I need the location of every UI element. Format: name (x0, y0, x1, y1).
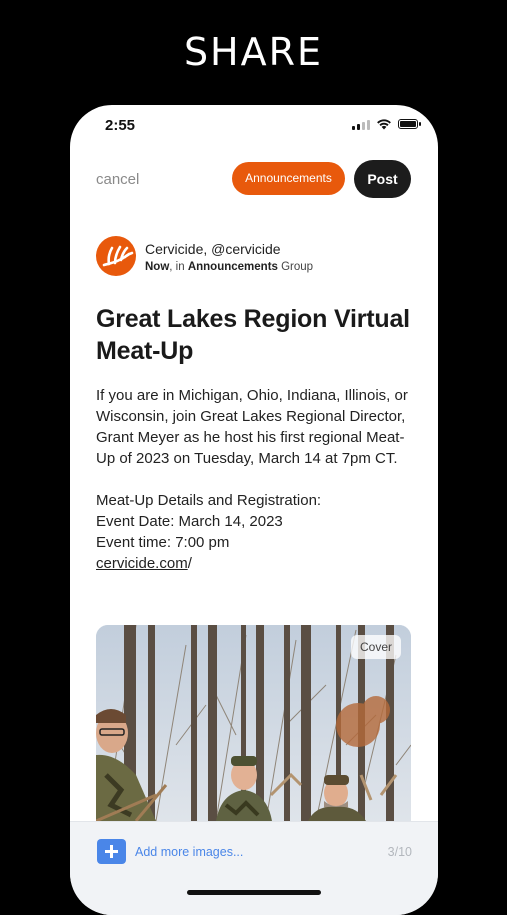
add-more-images-button[interactable]: Add more images... (135, 845, 243, 859)
cancel-button[interactable]: cancel (96, 171, 139, 188)
composer-toolbar: cancel Announcements Post (70, 160, 438, 200)
status-time: 2:55 (105, 117, 136, 134)
add-image-icon[interactable] (97, 839, 126, 864)
home-indicator[interactable] (187, 890, 321, 895)
group-selector-button[interactable]: Announcements (232, 162, 345, 195)
post-time: Now (145, 261, 170, 273)
post-meta-suffix: Group (277, 261, 314, 273)
image-count: 3/10 (387, 845, 412, 859)
post-intro: If you are in Michigan, Ohio, Indiana, I… (96, 387, 408, 467)
cellular-signal-icon (352, 119, 370, 130)
image-toolbar: Add more images... 3/10 (70, 821, 438, 915)
author-name: Cervicide, @cervicide (145, 241, 281, 257)
status-bar: 2:55 (70, 105, 438, 145)
status-icons (352, 118, 421, 130)
registration-link-suffix: / (187, 555, 192, 572)
event-date: Event Date: March 14, 2023 (96, 513, 283, 530)
wifi-icon (377, 119, 391, 130)
avatar (96, 236, 136, 276)
antler-logo-icon (102, 245, 134, 267)
post-body[interactable]: If you are in Michigan, Ohio, Indiana, I… (96, 385, 416, 574)
share-headline: SHARE (183, 30, 324, 74)
event-time: Event time: 7:00 pm (96, 534, 230, 551)
battery-icon (398, 119, 421, 129)
cover-badge[interactable]: Cover (351, 635, 401, 659)
attached-image[interactable]: Cover (96, 625, 411, 821)
details-heading: Meat-Up Details and Registration: (96, 492, 322, 509)
post-title[interactable]: Great Lakes Region Virtual Meat-Up (96, 303, 416, 367)
post-group-name: Announcements (187, 261, 278, 273)
post-button[interactable]: Post (354, 160, 411, 198)
post-meta: Now, in Announcements Group (145, 261, 313, 273)
registration-link[interactable]: cervicide.com (96, 555, 188, 572)
author-header: Cervicide, @cervicide Now, in Announceme… (96, 236, 416, 278)
registration-link-line: cervicide.com/ (96, 553, 416, 574)
phone-frame: 2:55 cancel Announcements Post Cervicide… (70, 105, 438, 915)
post-meta-in: , in (169, 261, 188, 273)
